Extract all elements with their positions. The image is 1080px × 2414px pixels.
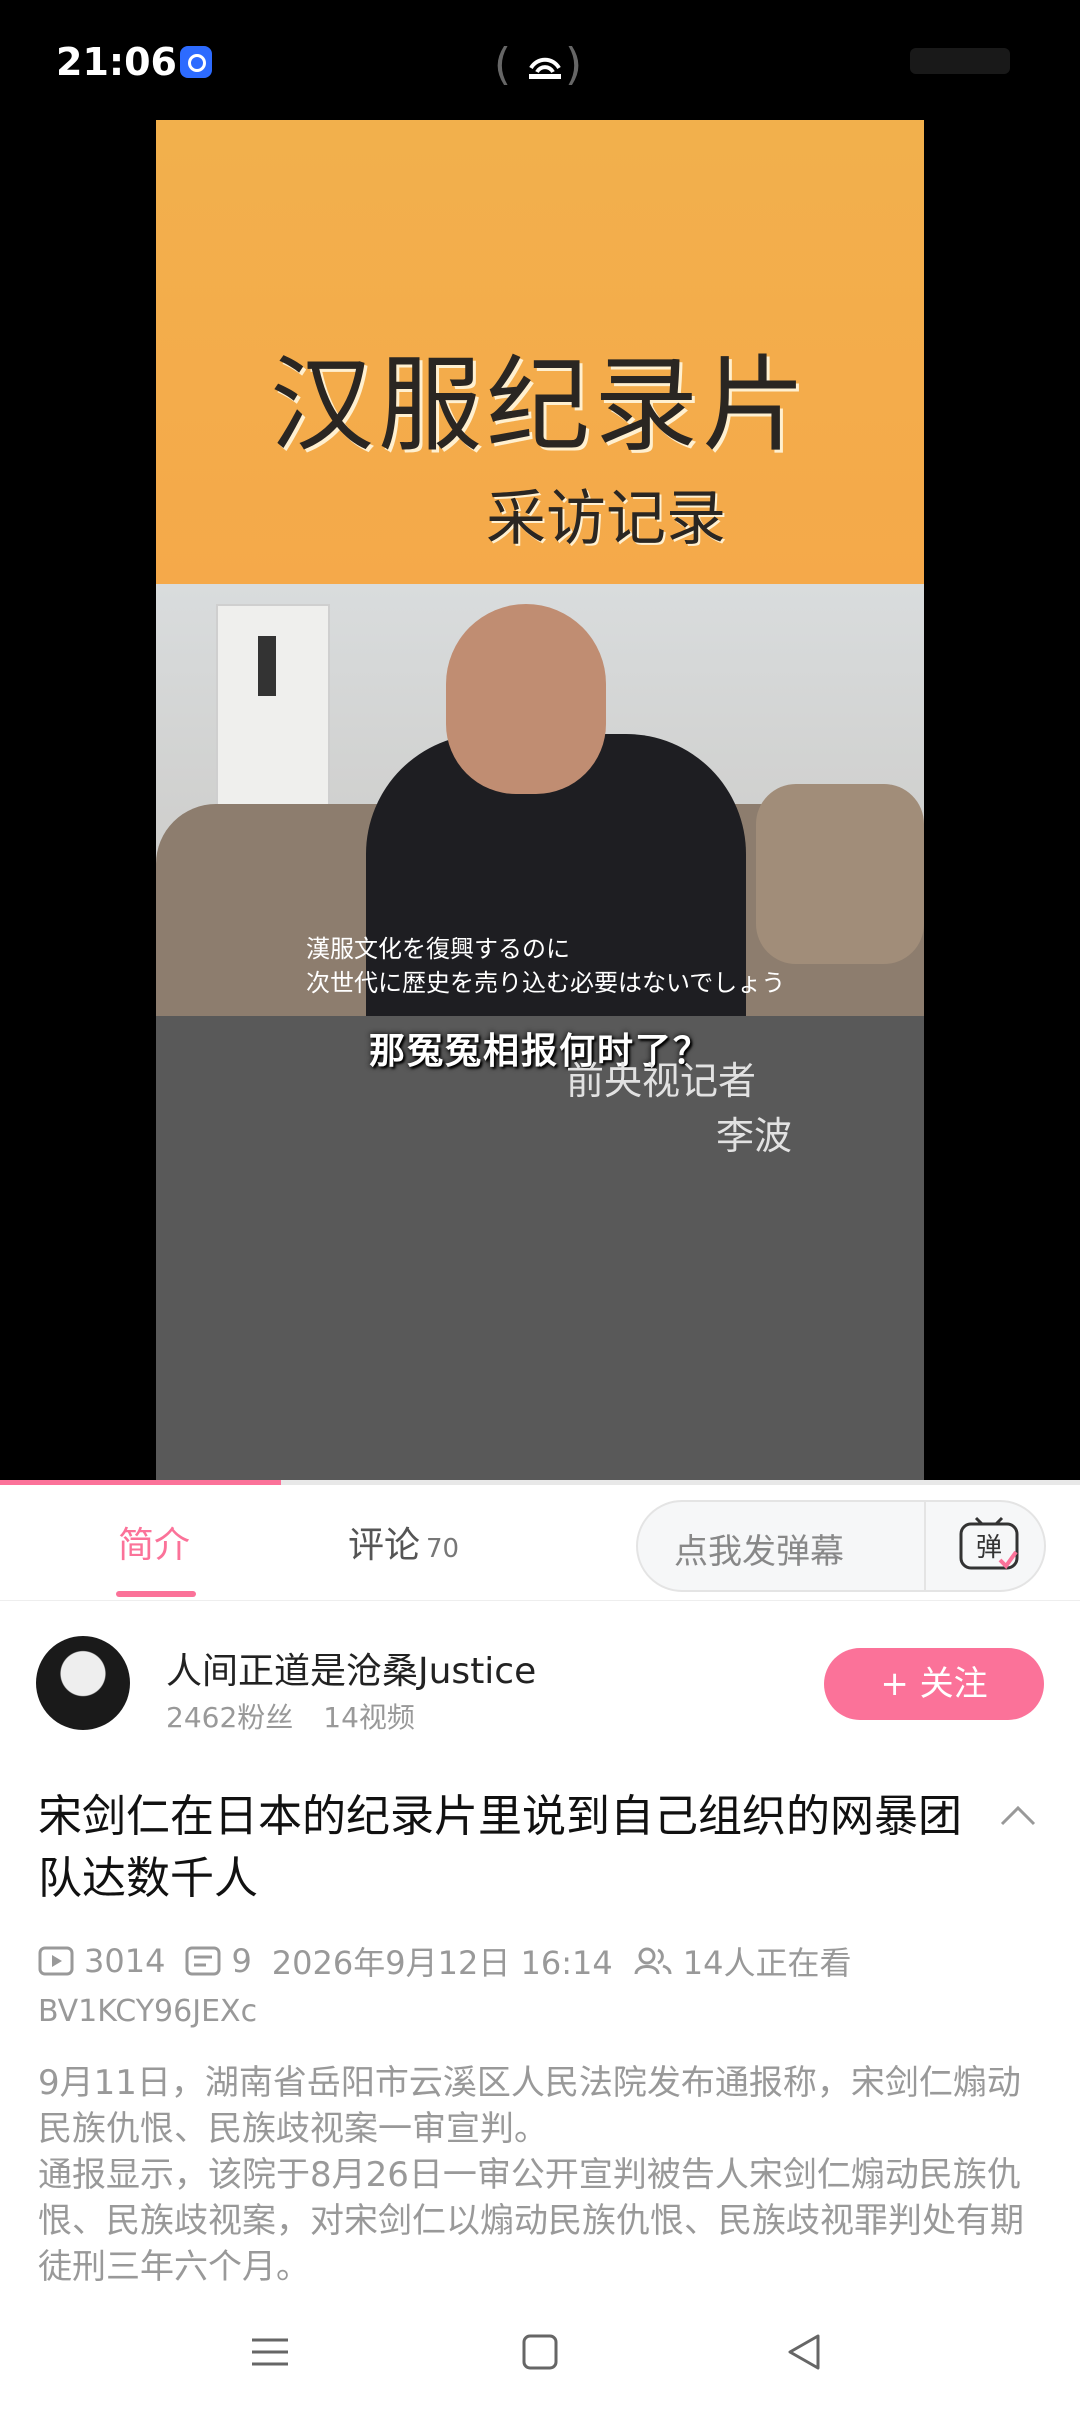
video-title-band: 汉服纪录片 采访记录: [156, 120, 924, 584]
chinese-subtitle: 那冤冤相报何时了？: [368, 1031, 711, 1072]
video-scene: 漢服文化を復興するのに 次世代に歴史を売り込む必要はないでしょう: [156, 584, 924, 1016]
video-subtitle-text: 采访记录: [486, 484, 726, 554]
comments-count: 70: [426, 1534, 460, 1564]
watching-count: 14人正在看: [682, 1944, 852, 1982]
status-icons: [910, 48, 1010, 74]
home-icon[interactable]: [516, 2328, 564, 2376]
video-progress-bar[interactable]: [0, 1480, 1080, 1485]
interviewee-head: [446, 604, 606, 794]
status-time: 21:06: [56, 40, 177, 84]
danmaku-input[interactable]: 点我发弹幕 弹: [636, 1500, 1046, 1592]
credit-line: 前央视记者: [566, 1059, 757, 1103]
tab-bar: 简介 评论 70 点我发弹幕 弹: [0, 1486, 1080, 1601]
danmaku-count-icon: [185, 1946, 221, 1976]
video-title: 宋剑仁在日本的纪录片里说到自己组织的网暴团队达数千人: [38, 1791, 962, 1904]
uploader-avatar[interactable]: [36, 1636, 130, 1730]
video-player-area[interactable]: 21:06 ( ) 汉服纪录片 采访记录 漢服文化を復興するのに 次世代に歴史を…: [0, 0, 1080, 1484]
watching-people-icon: [634, 1947, 672, 1975]
uploader-videos: 14视频: [323, 1701, 415, 1734]
video-frame[interactable]: 汉服纪录片 采访记录 漢服文化を復興するのに 次世代に歴史を売り込む必要はないで…: [156, 120, 924, 1484]
danmaku-toggle-icon[interactable]: 弹: [958, 1516, 1020, 1572]
chevron-up-icon[interactable]: [998, 1800, 1038, 1830]
japanese-subtitle: 漢服文化を復興するのに 次世代に歴史を売り込む必要はないでしょう: [306, 932, 785, 1000]
danmaku-icon-glyph: 弹: [976, 1533, 1002, 1563]
publish-time: 2026年9月12日 16:14: [271, 1944, 613, 1982]
app-notification-icon: [180, 46, 212, 78]
description-paragraph: 通报显示，该院于8月26日一审公开宣判被告人宋剑仁煽动民族仇恨、民族歧视案，对宋…: [38, 2155, 1024, 2282]
menu-icon[interactable]: [246, 2328, 294, 2376]
uploader-name[interactable]: 人间正道是沧桑Justice: [166, 1642, 536, 1694]
island-indicator: ( ): [493, 39, 583, 90]
follow-button[interactable]: + 关注: [824, 1648, 1044, 1720]
video-description[interactable]: 9月11日，湖南省岳阳市云溪区人民法院发布通报称，宋剑仁煽动民族仇恨、民族歧视案…: [38, 2060, 1038, 2282]
uploader-fans: 2462粉丝: [166, 1701, 294, 1734]
danmaku-divider: [924, 1502, 926, 1590]
credit-line: 李波: [716, 1114, 793, 1158]
view-count: 3014: [84, 1942, 166, 1980]
danmaku-placeholder: 点我发弹幕: [674, 1532, 844, 1572]
system-nav-bar: [0, 2290, 1080, 2414]
description-paragraph: 9月11日，湖南省岳阳市云溪区人民法院发布通报称，宋剑仁煽动民族仇恨、民族歧视案…: [38, 2063, 1021, 2149]
video-progress-fill: [0, 1480, 281, 1485]
tab-comments[interactable]: 评论 70: [348, 1516, 459, 1568]
video-title-text: 汉服纪录片: [269, 344, 810, 466]
tab-intro[interactable]: 简介: [118, 1516, 190, 1568]
play-count-icon: [38, 1946, 74, 1976]
japanese-subtitle-line: 次世代に歴史を売り込む必要はないでしょう: [306, 969, 786, 997]
japanese-subtitle-line: 漢服文化を復興するのに: [306, 935, 570, 963]
video-meta: 3014 9 2026年9月12日 16:14 14人正在看: [38, 1938, 871, 1984]
uploader-stats: 2462粉丝 14视频: [166, 1696, 445, 1736]
bvid: BV1KCY96JEXc: [38, 1994, 258, 2029]
danmaku-count: 9: [231, 1942, 252, 1980]
tab-active-indicator: [116, 1591, 196, 1597]
back-icon[interactable]: [780, 2328, 828, 2376]
hotspot-icon: [529, 57, 561, 79]
tab-comments-label: 评论: [348, 1525, 421, 1566]
